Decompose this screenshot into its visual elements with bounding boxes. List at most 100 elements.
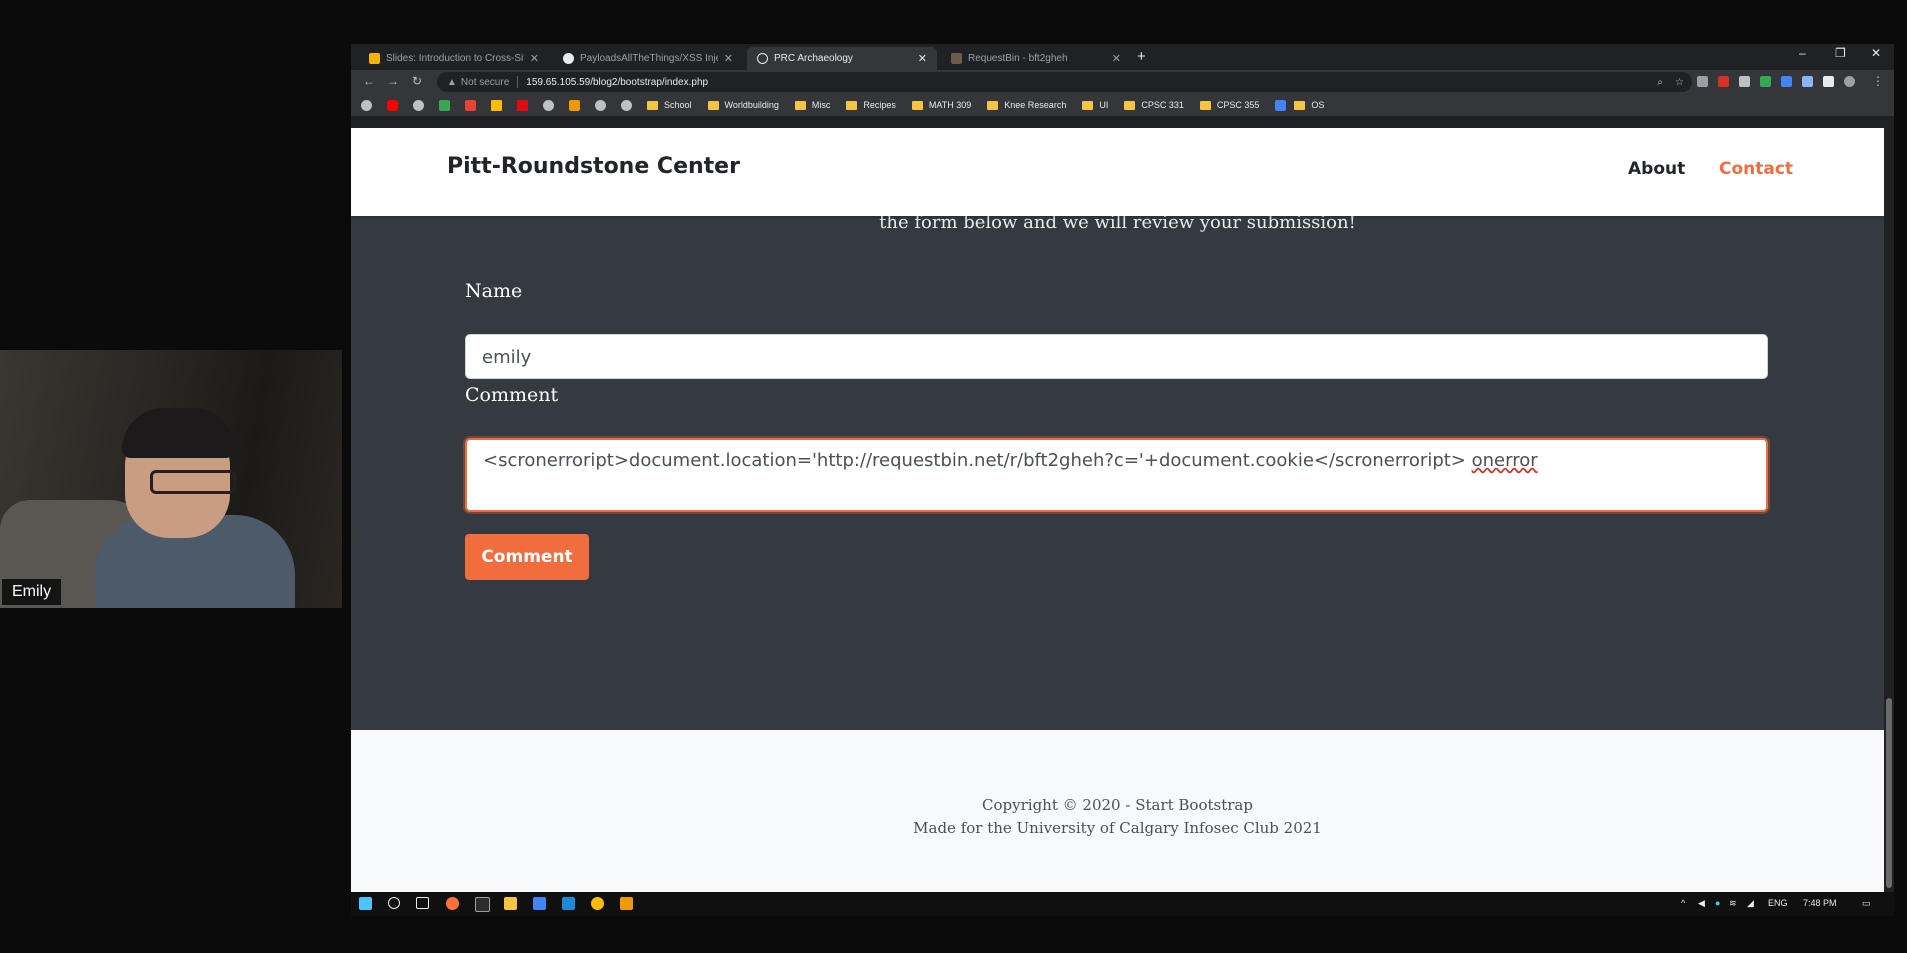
name-label: Name xyxy=(465,280,523,302)
file-explorer-icon[interactable] xyxy=(504,897,517,910)
app-icon[interactable] xyxy=(533,897,546,910)
bookmark-folder-os[interactable]: OS xyxy=(1294,100,1324,110)
profile-icon[interactable] xyxy=(1844,76,1855,87)
task-view-icon[interactable] xyxy=(416,897,429,909)
extension-icon[interactable] xyxy=(1739,76,1750,87)
forward-icon[interactable]: → xyxy=(387,74,399,88)
speaker-icon[interactable]: ◀ xyxy=(1698,898,1705,909)
minimize-button[interactable]: – xyxy=(1799,46,1806,60)
webcam-person-headphones xyxy=(122,408,234,458)
maximize-button[interactable]: ❐ xyxy=(1835,46,1846,60)
notifications-icon[interactable]: ▭ xyxy=(1862,898,1871,909)
bookmark-folder-recipes[interactable]: Recipes xyxy=(846,100,896,110)
folder-icon xyxy=(1294,100,1306,110)
tab-requestbin[interactable]: RequestBin - bft2gheh ✕ xyxy=(941,47,1131,70)
gmail-icon[interactable] xyxy=(465,99,476,111)
page-scrollbar[interactable] xyxy=(1884,128,1894,892)
extension-icon[interactable] xyxy=(1760,76,1771,87)
language-indicator[interactable]: ENG xyxy=(1768,898,1788,908)
tab-slides[interactable]: Slides: Introduction to Cross-Site ✕ xyxy=(359,47,549,70)
security-label: Not secure xyxy=(460,76,510,88)
name-input[interactable]: emily xyxy=(465,334,1768,379)
extension-icon[interactable] xyxy=(1697,76,1708,87)
slides-icon xyxy=(369,53,380,64)
tab-payloads[interactable]: PayloadsAllTheThings/XSS Injecti ✕ xyxy=(553,47,743,70)
vscode-icon[interactable] xyxy=(562,897,575,910)
bookmark-label: Worldbuilding xyxy=(724,100,779,110)
folder-icon xyxy=(647,100,658,110)
tab-title: RequestBin - bft2gheh xyxy=(968,53,1068,64)
bookmark-folder-knee-research[interactable]: Knee Research xyxy=(987,100,1066,110)
bookmark-folder-worldbuilding[interactable]: Worldbuilding xyxy=(707,100,779,110)
close-tab-icon[interactable]: ✕ xyxy=(918,52,927,65)
tab-prc-archaeology[interactable]: PRC Archaeology ✕ xyxy=(747,47,937,70)
bluetooth-icon[interactable]: ● xyxy=(1715,898,1720,908)
nav-link-about[interactable]: About xyxy=(1628,159,1685,179)
site-navbar: Pitt-Roundstone Center About Contact xyxy=(351,128,1884,216)
bookmark-label: Misc xyxy=(811,100,831,110)
bookmark-label: CPSC 355 xyxy=(1216,100,1260,110)
tab-title: Slides: Introduction to Cross-Site xyxy=(386,53,524,64)
firefox-icon[interactable] xyxy=(446,897,459,910)
comment-submit-button[interactable]: Comment xyxy=(465,534,589,580)
close-tab-icon[interactable]: ✕ xyxy=(724,52,733,65)
close-tab-icon[interactable]: ✕ xyxy=(530,52,539,65)
zoom-icon[interactable]: ⌕ xyxy=(1657,77,1663,88)
windows-start-icon[interactable] xyxy=(359,897,372,910)
reload-icon[interactable]: ↻ xyxy=(412,74,422,88)
bookmark-label: MATH 309 xyxy=(928,100,972,110)
bookmark-folder-school[interactable]: School xyxy=(647,100,692,110)
site-brand[interactable]: Pitt-Roundstone Center xyxy=(447,154,740,179)
wifi-icon[interactable]: ≋ xyxy=(1729,898,1737,909)
chrome-icon[interactable] xyxy=(591,897,604,910)
drive-icon[interactable] xyxy=(439,99,450,111)
folder-icon xyxy=(1124,100,1136,110)
tray-chevron-icon[interactable]: ^ xyxy=(1681,898,1685,908)
comment-textarea[interactable]: <scronerroript>document.location='http:/… xyxy=(465,438,1768,512)
extension-icon[interactable] xyxy=(1718,76,1729,87)
bookmark-folder-misc[interactable]: Misc xyxy=(794,100,831,110)
bookmark-star-icon[interactable]: ☆ xyxy=(1675,77,1684,88)
address-bar[interactable]: ▲ Not secure 159.65.105.59/blog2/bootstr… xyxy=(437,72,1692,92)
browser-toolbar: ← → ↻ ▲ Not secure 159.65.105.59/blog2/b… xyxy=(351,70,1894,94)
bookmark-site-icon[interactable] xyxy=(621,99,632,111)
bookmark-site-icon[interactable] xyxy=(413,99,424,111)
docs-icon[interactable] xyxy=(1275,99,1287,111)
search-icon[interactable] xyxy=(388,897,400,909)
bookmark-site-icon[interactable] xyxy=(361,99,372,111)
app-icon[interactable] xyxy=(620,897,633,910)
bookmark-label: Recipes xyxy=(863,100,896,110)
bookmark-site-icon[interactable] xyxy=(595,99,606,111)
close-tab-icon[interactable]: ✕ xyxy=(1112,52,1121,65)
bookmark-label: CPSC 331 xyxy=(1141,100,1184,110)
bookmark-folder-math309[interactable]: MATH 309 xyxy=(911,100,972,110)
puzzle-icon[interactable] xyxy=(1823,76,1834,87)
webcam-person-glasses xyxy=(150,470,236,494)
microsoft-icon[interactable] xyxy=(491,99,502,111)
url-text[interactable]: 159.65.105.59/blog2/bootstrap/index.php xyxy=(526,77,708,88)
bookmark-label: Knee Research xyxy=(1004,100,1067,110)
bookmark-label: School xyxy=(664,100,692,110)
netflix-icon[interactable] xyxy=(517,99,528,111)
bookmark-folder-cpsc355[interactable]: CPSC 355 xyxy=(1199,100,1260,110)
back-icon[interactable]: ← xyxy=(363,74,375,88)
web-page: Pitt-Roundstone Center About Contact the… xyxy=(351,128,1884,892)
extension-icon[interactable] xyxy=(1802,76,1813,87)
network-icon[interactable]: ◢ xyxy=(1747,898,1754,909)
bookmarks-bar: School Worldbuilding Misc Recipes MATH 3… xyxy=(351,94,1894,116)
bookmark-site-icon[interactable] xyxy=(569,99,580,111)
extension-icon[interactable] xyxy=(1781,76,1792,87)
bookmark-folder-cpsc331[interactable]: CPSC 331 xyxy=(1124,100,1184,110)
globe-icon xyxy=(757,53,768,64)
menu-icon[interactable]: ⋮ xyxy=(1872,74,1884,88)
clock[interactable]: 7:48 PM xyxy=(1803,898,1837,908)
close-window-button[interactable]: ✕ xyxy=(1871,46,1881,60)
bookmark-site-icon[interactable] xyxy=(543,99,554,111)
nav-link-contact[interactable]: Contact xyxy=(1719,159,1793,179)
github-icon xyxy=(563,53,574,64)
scrollbar-thumb[interactable] xyxy=(1886,698,1892,888)
bookmark-folder-ui[interactable]: UI xyxy=(1082,100,1108,110)
new-tab-button[interactable]: + xyxy=(1137,48,1146,65)
terminal-icon[interactable] xyxy=(475,897,490,912)
youtube-icon[interactable] xyxy=(387,99,398,111)
